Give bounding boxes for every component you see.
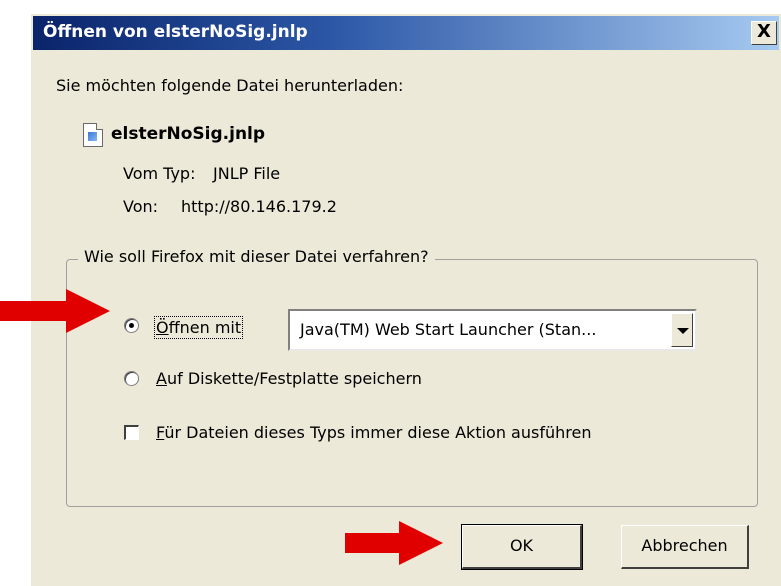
ok-button[interactable]: OK [461,524,583,570]
file-type-value: JNLP File [213,164,281,183]
action-group-legend: Wie soll Firefox mit dieser Datei verfah… [78,247,435,266]
download-dialog: Öffnen von elsterNoSig.jnlp X Sie möchte… [29,12,781,586]
file-source-value: http://80.146.179.2 [181,197,337,216]
download-prompt: Sie möchten folgende Datei herunterladen… [56,76,404,95]
close-button[interactable]: X [751,21,777,45]
red-arrow-icon [0,289,110,333]
red-arrow-icon [345,521,443,565]
window-title: Öffnen von elsterNoSig.jnlp [43,22,308,42]
title-bar[interactable]: Öffnen von elsterNoSig.jnlp X [33,16,779,50]
always-do-this-label[interactable]: Für Dateien dieses Typs immer diese Akti… [156,423,591,442]
cancel-button[interactable]: Abbrechen [621,525,749,569]
open-with-app-value: Java(TM) Web Start Launcher (Stan... [300,320,597,339]
save-to-disk-label[interactable]: Auf Diskette/Festplatte speichern [156,369,422,388]
file-name: elsterNoSig.jnlp [111,124,266,144]
radio-selected-dot [129,323,134,328]
open-with-app-select[interactable]: Java(TM) Web Start Launcher (Stan... [288,309,697,351]
file-source-label: Von: [123,197,159,216]
open-with-radio[interactable] [124,318,139,333]
open-with-label[interactable]: Öffnen mit [153,316,244,339]
save-to-disk-radio[interactable] [124,371,139,386]
file-type-label: Vom Typ: [123,164,196,183]
jnlp-file-icon [83,123,103,147]
always-do-this-checkbox[interactable] [124,425,139,440]
dropdown-arrow-icon[interactable] [671,313,693,347]
